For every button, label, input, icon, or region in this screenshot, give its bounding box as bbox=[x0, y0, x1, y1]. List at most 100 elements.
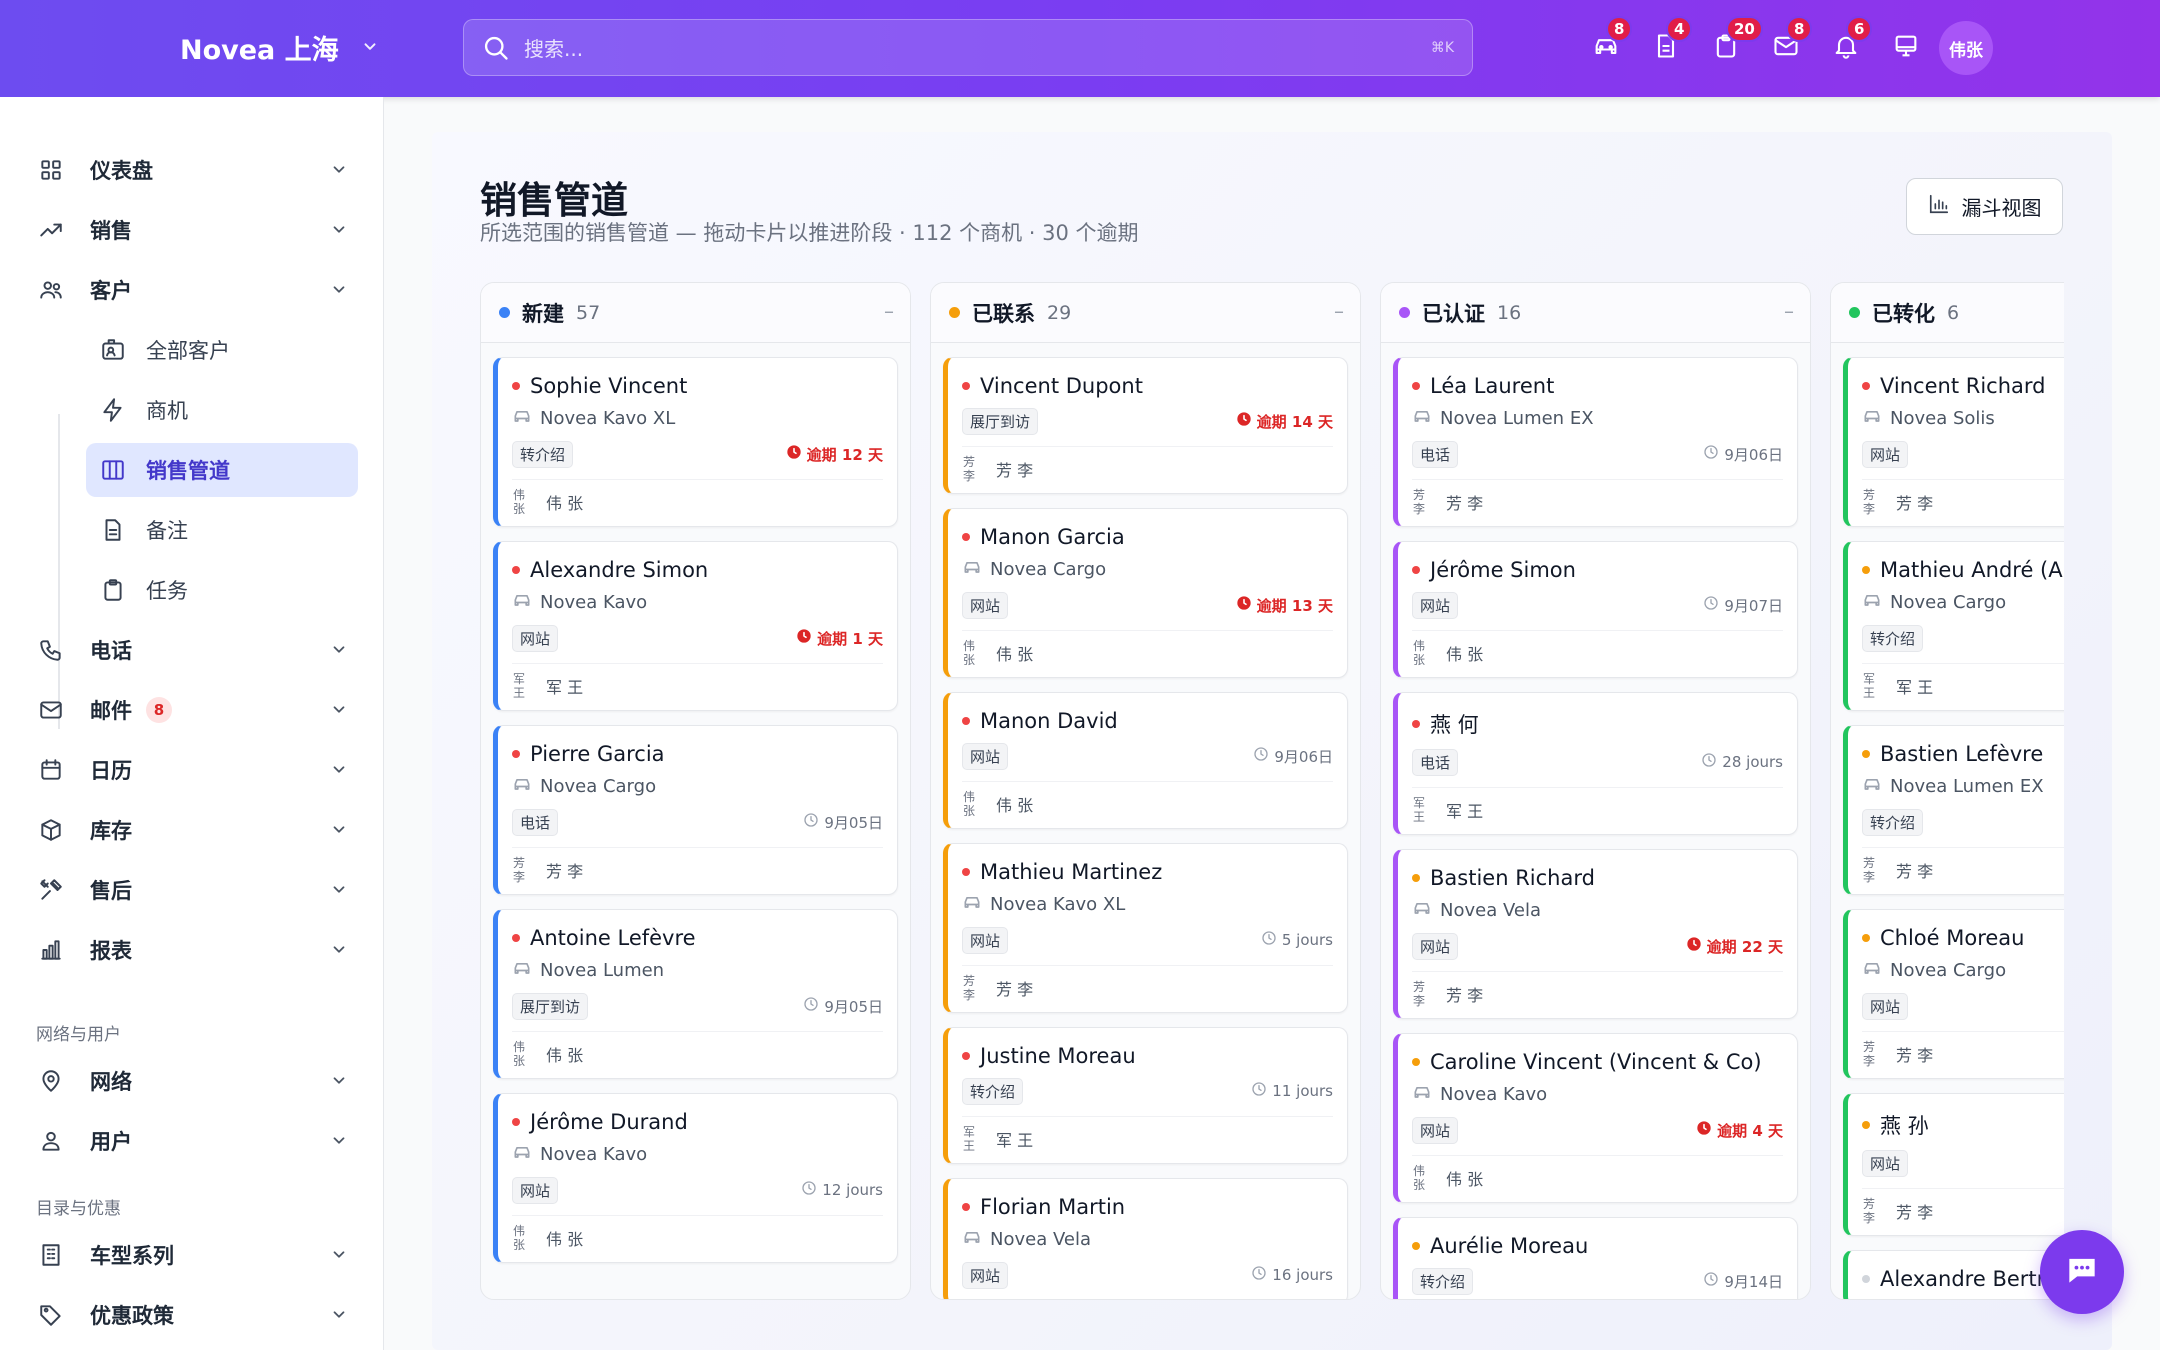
chevron-down-icon bbox=[330, 280, 348, 304]
deal-card[interactable]: Florian Martin Novea Vela 网站 16 jours bbox=[943, 1178, 1348, 1299]
deal-card[interactable]: Sophie Vincent Novea Kavo XL 转介绍 逾期 12 天伟张伟… bbox=[493, 357, 898, 527]
car-icon bbox=[1862, 590, 1890, 615]
due-indicator: 11 jours bbox=[1251, 1081, 1333, 1101]
deal-card[interactable]: Mathieu Martinez Novea Kavo XL 网站 5 jours 芳李… bbox=[943, 843, 1348, 1013]
sidebar-item-grid[interactable]: 仪表盘 bbox=[36, 143, 356, 197]
deal-vehicle: Novea Vela bbox=[1440, 900, 1541, 921]
owner-initials: 伟张 bbox=[962, 790, 975, 818]
deal-card[interactable]: Bastien Lefèvre Novea Lumen EX 转介绍芳李 芳 李 bbox=[1843, 725, 2064, 895]
column-header: 新建 57 – bbox=[481, 283, 910, 343]
due-indicator: 逾期 1 天 bbox=[796, 628, 883, 649]
deal-card[interactable]: Pierre Garcia Novea Cargo 电话 9月05日芳李 芳 李 bbox=[493, 725, 898, 895]
deal-customer-name: Léa Laurent bbox=[1430, 374, 1555, 398]
due-indicator: 28 jours bbox=[1701, 752, 1783, 772]
owner-name: 军 王 bbox=[1896, 678, 1934, 697]
deal-card[interactable]: Vincent Dupont 展厅到访 逾期 14 天芳李 芳 李 bbox=[943, 357, 1348, 494]
sidebar-item-calendar[interactable]: 日历 bbox=[36, 743, 356, 797]
sidebar-item-mail[interactable]: 邮件 8 bbox=[36, 683, 356, 737]
owner-row: 芳李 芳 李 bbox=[1862, 479, 2064, 526]
sidebar-item-map-pin[interactable]: 网络 bbox=[36, 1054, 356, 1108]
sidebar-subitem-clipboard[interactable]: 任务 bbox=[86, 563, 358, 617]
car-icon bbox=[962, 1227, 990, 1252]
deal-card[interactable]: Léa Laurent Novea Lumen EX 电话 9月06日芳李 芳 李 bbox=[1393, 357, 1798, 527]
sidebar-item-user[interactable]: 用户 bbox=[36, 1114, 356, 1168]
clipboard-icon bbox=[98, 577, 128, 603]
deal-card[interactable]: Alexandre Bertra bbox=[1843, 1250, 2064, 1299]
deal-card[interactable]: Chloé Moreau Novea Cargo 网站芳李 芳 李 bbox=[1843, 909, 2064, 1079]
deal-card[interactable]: 燕 何电话 28 jours 军王 军 王 bbox=[1393, 692, 1798, 835]
deal-card[interactable]: Vincent Richard Novea Solis 网站芳李 芳 李 bbox=[1843, 357, 2064, 527]
owner-name: 军 王 bbox=[546, 678, 584, 697]
owner-name: 军 王 bbox=[1446, 802, 1484, 821]
deal-card[interactable]: Aurélie Moreau 转介绍 9月14日 bbox=[1393, 1217, 1798, 1299]
due-text: 9月05日 bbox=[824, 997, 883, 1016]
deal-vehicle: Novea Kavo XL bbox=[990, 894, 1126, 915]
deal-card[interactable]: Bastien Richard Novea Vela 网站 逾期 22 天芳李 芳 李 bbox=[1393, 849, 1798, 1019]
chevron-down-icon bbox=[330, 640, 348, 664]
owner-initials: 伟张 bbox=[512, 488, 525, 516]
deal-customer-name: 燕 孙 bbox=[1880, 1114, 1929, 1138]
stage-dot bbox=[949, 307, 960, 318]
building-icon bbox=[36, 1242, 66, 1268]
sidebar-item-phone[interactable]: 电话 bbox=[36, 623, 356, 677]
pipeline-column: 已联系 29– Vincent Dupont 展厅到访 逾期 14 天芳李芳 李 Mano… bbox=[930, 282, 1361, 1300]
deal-card[interactable]: Jérôme Durand Novea Kavo 网站 12 jours 伟张 伟 张 bbox=[493, 1093, 898, 1263]
mail-button[interactable]: 8 bbox=[1756, 16, 1816, 70]
source-tag: 网站 bbox=[1862, 440, 1909, 468]
sidebar-item-tag[interactable]: 优惠政策 bbox=[36, 1288, 356, 1342]
car-icon bbox=[1862, 774, 1890, 799]
collapse-column-button[interactable]: – bbox=[1334, 299, 1344, 323]
sidebar-item-building[interactable]: 车型系列 bbox=[36, 1228, 356, 1282]
deal-card[interactable]: Manon Garcia Novea Cargo 网站 逾期 13 天伟张 伟 张 bbox=[943, 508, 1348, 678]
search-input[interactable]: 搜索... ⌘K bbox=[463, 19, 1473, 76]
deal-card[interactable]: Caroline Vincent (Vincent & Co) Novea Kav… bbox=[1393, 1033, 1798, 1203]
source-tag: 网站 bbox=[1412, 591, 1459, 619]
sidebar-item-tools[interactable]: 售后 bbox=[36, 863, 356, 917]
display-button[interactable] bbox=[1876, 26, 1936, 70]
car-icon bbox=[512, 590, 540, 615]
sidebar-subitem-columns[interactable]: 销售管道 bbox=[86, 443, 358, 497]
deal-card[interactable]: Mathieu André (Ar Novea Cargo 转介绍军王 军 王 bbox=[1843, 541, 2064, 711]
deal-customer-name: Alexandre Bertra bbox=[1880, 1267, 2059, 1291]
deal-card[interactable]: Justine Moreau 转介绍 11 jours 军王 军 王 bbox=[943, 1027, 1348, 1164]
collapse-column-button[interactable]: – bbox=[1784, 299, 1794, 323]
deal-customer-name: Pierre Garcia bbox=[530, 742, 665, 766]
collapse-column-button[interactable]: – bbox=[884, 299, 894, 323]
user-avatar[interactable]: 伟张 bbox=[1939, 21, 1993, 75]
sidebar-item-label: 优惠政策 bbox=[90, 1304, 174, 1328]
deal-card[interactable]: 燕 孙网站芳李 芳 李 bbox=[1843, 1093, 2064, 1236]
owner-row: 军王 军 王 bbox=[1412, 787, 1783, 834]
sidebar-item-bar-chart[interactable]: 报表 bbox=[36, 923, 356, 977]
deal-card[interactable]: Jérôme Simon 网站 9月07日伟张 伟 张 bbox=[1393, 541, 1798, 678]
owner-row: 芳李 芳 李 bbox=[1862, 1031, 2064, 1078]
sidebar-item-box[interactable]: 库存 bbox=[36, 803, 356, 857]
car-icon bbox=[1862, 958, 1890, 983]
sidebar-subitem-lightning[interactable]: 商机 bbox=[86, 383, 358, 437]
deal-vehicle: Novea Lumen EX bbox=[1440, 408, 1594, 429]
sidebar-subitem-contact-card[interactable]: 全部客户 bbox=[86, 323, 358, 377]
stage-dot bbox=[1849, 307, 1860, 318]
documents-button[interactable]: 4 bbox=[1636, 16, 1696, 70]
due-text: 12 jours bbox=[822, 1181, 883, 1199]
sidebar-item-trending-up[interactable]: 销售 bbox=[36, 203, 356, 257]
notifications-button[interactable]: 6 bbox=[1816, 16, 1876, 70]
deal-customer-name: Sophie Vincent bbox=[530, 374, 688, 398]
deal-card[interactable]: Manon David 网站 9月06日伟张 伟 张 bbox=[943, 692, 1348, 829]
source-tag: 转介绍 bbox=[962, 1077, 1024, 1105]
deal-card[interactable]: Antoine Lefèvre Novea Lumen 展厅到访 9月05日伟张 伟 张 bbox=[493, 909, 898, 1079]
deal-card[interactable]: Alexandre Simon Novea Kavo 网站 逾期 1 天军王 军 王 bbox=[493, 541, 898, 711]
owner-name: 芳 李 bbox=[546, 862, 584, 881]
sidebar-subitem-note[interactable]: 备注 bbox=[86, 503, 358, 557]
owner-initials: 伟张 bbox=[962, 639, 975, 667]
monitor-icon bbox=[1892, 32, 1920, 64]
sidebar-item-users[interactable]: 客户 bbox=[36, 263, 356, 317]
clock-icon bbox=[1696, 1120, 1717, 1140]
funnel-view-button[interactable]: 漏斗视图 bbox=[1906, 178, 2063, 235]
tasks-button[interactable]: 20 bbox=[1696, 16, 1763, 70]
brand-switcher[interactable]: Novea 上海 bbox=[180, 28, 379, 67]
owner-initials: 伟张 bbox=[1412, 639, 1425, 667]
car-button[interactable]: 8 bbox=[1576, 16, 1636, 70]
phone-icon bbox=[36, 637, 66, 663]
chat-button[interactable] bbox=[2040, 1230, 2124, 1314]
car-icon bbox=[962, 557, 990, 582]
